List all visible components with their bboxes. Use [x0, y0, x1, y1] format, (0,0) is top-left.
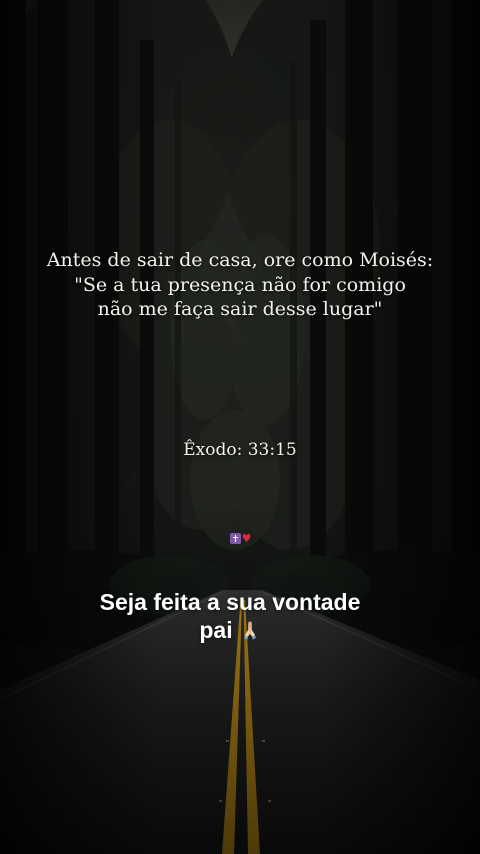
- caption-line-2-row: pai: [0, 616, 460, 644]
- quote-line-3: não me faça sair desse lugar": [97, 298, 383, 320]
- forest-road-background: [0, 0, 480, 854]
- caption-line-1: Seja feita a sua vontade: [99, 589, 361, 615]
- latin-cross-icon: [229, 532, 241, 544]
- red-heart-icon: ♥: [241, 531, 252, 545]
- quote-line-2: "Se a tua presença não for comigo: [74, 273, 406, 296]
- caption-line-2: pai: [199, 617, 233, 643]
- caption-text: Seja feita a sua vontade pai: [0, 588, 460, 644]
- verse-reference: Êxodo: 33:15: [183, 440, 297, 460]
- emoji-row: ♥: [0, 530, 480, 545]
- story-screen: Antes de sair de casa, ore como Moisés: …: [0, 0, 480, 854]
- quote-text: Antes de sair de casa, ore como Moisés: …: [0, 248, 480, 322]
- quote-line-1: Antes de sair de casa, ore como Moisés:: [46, 249, 434, 271]
- praying-hands-icon: [243, 621, 256, 640]
